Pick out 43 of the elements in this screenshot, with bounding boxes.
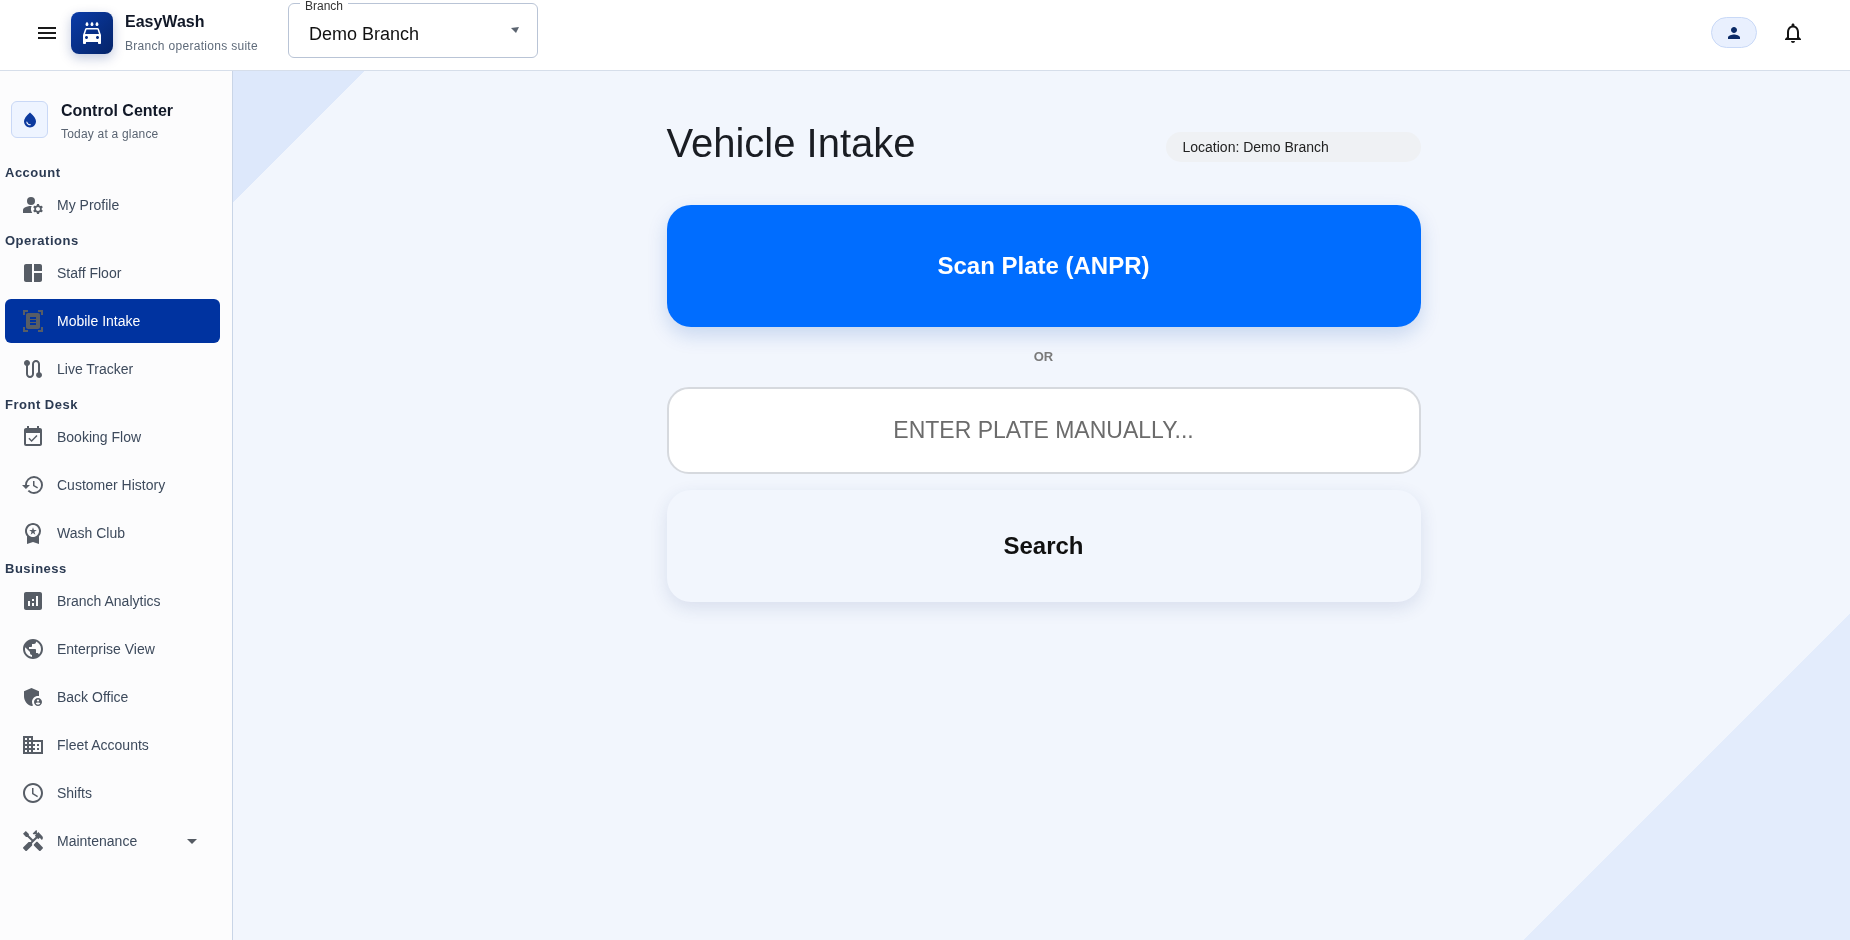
sidebar-item[interactable]: Back Office xyxy=(5,675,220,719)
page-title: Vehicle Intake xyxy=(666,123,916,163)
divider-label: OR xyxy=(1033,349,1054,365)
account-button[interactable] xyxy=(1711,17,1757,48)
car-wash-icon xyxy=(71,11,113,54)
history-icon xyxy=(21,473,45,497)
route-icon xyxy=(21,357,45,381)
app-name: EasyWash xyxy=(125,11,206,32)
summary-subtitle: Today at a glance xyxy=(61,126,160,142)
section-heading: Operations xyxy=(5,232,80,250)
globe-icon xyxy=(21,637,45,661)
plate-input[interactable]: ENTER PLATE MANUALLY... xyxy=(666,387,1421,474)
location-badge: Location: Demo Branch xyxy=(1165,132,1421,162)
water-drop-icon xyxy=(11,101,48,138)
sidebar-item[interactable]: Customer History xyxy=(5,463,220,507)
summary-title: Control Center xyxy=(61,101,173,121)
calendar-check-icon xyxy=(21,425,45,449)
bar-chart-icon xyxy=(21,589,45,613)
sidebar-item[interactable]: Branch Analytics xyxy=(5,579,220,623)
sidebar-item[interactable]: Maintenance xyxy=(5,819,220,863)
sidebar-item[interactable]: Staff Floor xyxy=(5,251,220,295)
app-subtitle: Branch operations suite xyxy=(125,37,259,54)
clock-icon xyxy=(21,781,45,805)
sidebar-item[interactable]: Fleet Accounts xyxy=(5,723,220,767)
sidebar-item[interactable]: Mobile Intake xyxy=(5,299,220,343)
sidebar-item[interactable]: My Profile xyxy=(5,183,220,227)
caret-icon xyxy=(511,26,519,33)
section-heading: Front Desk xyxy=(5,396,79,414)
sidebar-item[interactable]: Enterprise View xyxy=(5,627,220,671)
tools-icon xyxy=(21,829,45,853)
sidebar-item[interactable]: Booking Flow xyxy=(5,415,220,459)
field-label: Branch xyxy=(300,0,349,13)
section-heading: Account xyxy=(5,164,62,182)
sidebar-item[interactable]: Live Tracker xyxy=(5,347,220,391)
dashboard-icon xyxy=(21,261,45,285)
building-icon xyxy=(21,733,45,757)
shield-person-icon xyxy=(21,685,45,709)
document-scan-icon xyxy=(21,309,45,333)
section-heading: Business xyxy=(5,560,68,578)
sidebar-item[interactable]: Shifts xyxy=(5,771,220,815)
sidebar-item[interactable]: Wash Club xyxy=(5,511,220,555)
search-button[interactable]: Search xyxy=(666,490,1421,602)
scan-plate-button[interactable]: Scan Plate (ANPR) xyxy=(666,205,1421,327)
